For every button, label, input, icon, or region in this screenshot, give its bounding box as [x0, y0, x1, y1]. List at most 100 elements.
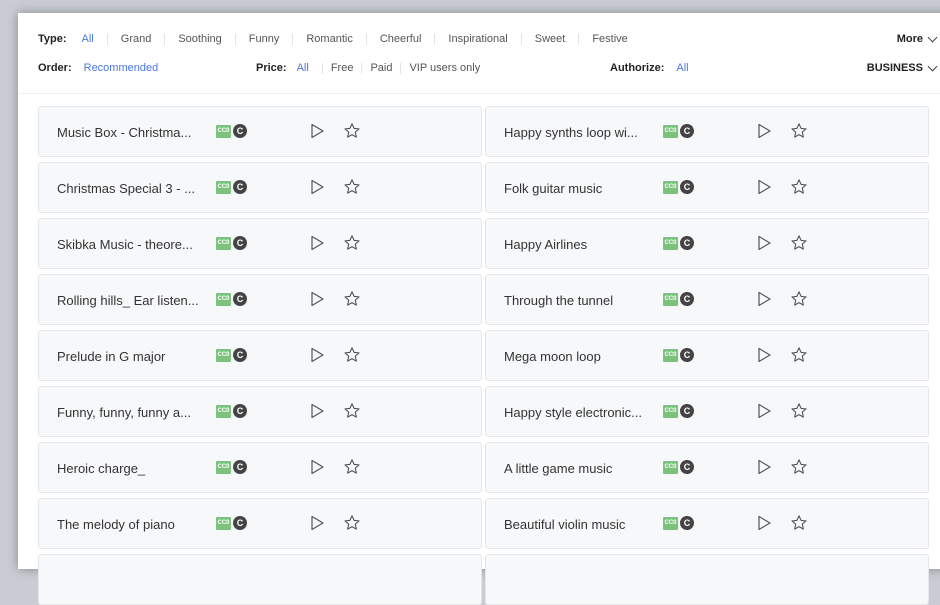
favorite-star-icon[interactable] [790, 234, 808, 257]
track-card[interactable]: Music Box - Christma... CC0 C [38, 106, 482, 157]
track-card[interactable]: The melody of piano CC0 C [38, 498, 482, 549]
track-title[interactable]: Skibka Music - theore... [57, 237, 207, 252]
more-dropdown[interactable]: More [897, 32, 938, 45]
track-card[interactable]: Happy synths loop wi... CC0 C [485, 106, 929, 157]
order-recommended[interactable]: Recommended [84, 62, 159, 74]
type-option-romantic[interactable]: Romantic [293, 33, 367, 45]
track-card[interactable]: Happy style electronic... CC0 C [485, 386, 929, 437]
cc0-license-icon: CC0 [663, 124, 678, 138]
favorite-star-icon[interactable] [343, 514, 361, 537]
track-title[interactable]: Heroic charge_ [57, 461, 207, 476]
track-title[interactable]: Through the tunnel [504, 293, 654, 308]
play-icon[interactable] [309, 347, 325, 368]
play-icon[interactable] [309, 515, 325, 536]
track-card[interactable]: A little game music CC0 C [485, 442, 929, 493]
favorite-star-icon[interactable] [790, 514, 808, 537]
favorite-star-icon[interactable] [790, 458, 808, 481]
favorite-star-icon[interactable] [343, 122, 361, 145]
track-title[interactable]: Happy Airlines [504, 237, 654, 252]
play-icon[interactable] [309, 403, 325, 424]
copyright-c-icon: C [680, 516, 694, 530]
cc0-license-icon: CC0 [663, 404, 678, 418]
price-option-free[interactable]: Free [323, 62, 363, 74]
type-option-cheerful[interactable]: Cheerful [367, 33, 436, 45]
type-option-sweet[interactable]: Sweet [522, 33, 580, 45]
type-option-funny[interactable]: Funny [236, 33, 294, 45]
favorite-star-icon[interactable] [343, 234, 361, 257]
track-card[interactable]: Mega moon loop CC0 C [485, 330, 929, 381]
track-title[interactable]: Prelude in G major [57, 349, 207, 364]
track-card[interactable]: Prelude in G major CC0 C [38, 330, 482, 381]
copyright-c-icon: C [680, 124, 694, 138]
business-dropdown[interactable]: BUSINESS [866, 61, 938, 74]
copyright-c-icon: C [680, 180, 694, 194]
favorite-star-icon[interactable] [790, 122, 808, 145]
favorite-star-icon[interactable] [790, 178, 808, 201]
track-title[interactable]: Folk guitar music [504, 181, 654, 196]
play-icon[interactable] [309, 459, 325, 480]
price-option-vip[interactable]: VIP users only [401, 62, 488, 74]
favorite-star-icon[interactable] [343, 290, 361, 313]
cc0-license-icon: CC0 [216, 236, 231, 250]
track-title[interactable]: A little game music [504, 461, 654, 476]
license-badges: CC0 C [216, 404, 247, 418]
play-icon[interactable] [756, 347, 772, 368]
favorite-star-icon[interactable] [790, 402, 808, 425]
price-option-all[interactable]: All [297, 62, 323, 74]
track-card[interactable]: Happy Airlines CC0 C [485, 218, 929, 269]
type-option-inspirational[interactable]: Inspirational [435, 33, 522, 45]
track-title[interactable]: Mega moon loop [504, 349, 654, 364]
price-label: Price: [256, 62, 287, 74]
track-card[interactable]: Heroic charge_ CC0 C [38, 442, 482, 493]
favorite-star-icon[interactable] [343, 178, 361, 201]
track-title[interactable]: Rolling hills_ Ear listen... [57, 293, 207, 308]
track-title[interactable]: Music Box - Christma... [57, 125, 207, 140]
track-card[interactable]: Beautiful violin music CC0 C [485, 498, 929, 549]
track-card[interactable]: Rolling hills_ Ear listen... CC0 C [38, 274, 482, 325]
cc0-license-icon: CC0 [663, 180, 678, 194]
license-badges: CC0 C [663, 180, 694, 194]
favorite-star-icon[interactable] [790, 346, 808, 369]
type-option-all[interactable]: All [77, 33, 108, 45]
track-card[interactable]: Folk guitar music CC0 C [485, 162, 929, 213]
track-title[interactable]: Happy style electronic... [504, 405, 654, 420]
track-title[interactable]: Christmas Special 3 - ... [57, 181, 207, 196]
track-card[interactable]: Christmas Special 3 - ... CC0 C [38, 162, 482, 213]
play-icon[interactable] [756, 123, 772, 144]
favorite-star-icon[interactable] [343, 402, 361, 425]
business-label: BUSINESS [866, 62, 923, 74]
play-icon[interactable] [309, 291, 325, 312]
play-icon[interactable] [756, 403, 772, 424]
track-card[interactable]: Through the tunnel CC0 C [485, 274, 929, 325]
play-icon[interactable] [756, 291, 772, 312]
type-option-soothing[interactable]: Soothing [165, 33, 236, 45]
price-filter: Price: All Free Paid VIP users only [256, 62, 488, 74]
license-badges: CC0 C [216, 460, 247, 474]
cc0-license-icon: CC0 [663, 460, 678, 474]
type-option-grand[interactable]: Grand [108, 33, 166, 45]
track-title[interactable]: Happy synths loop wi... [504, 125, 654, 140]
play-icon[interactable] [756, 459, 772, 480]
favorite-star-icon[interactable] [790, 290, 808, 313]
play-icon[interactable] [756, 515, 772, 536]
copyright-c-icon: C [680, 348, 694, 362]
play-icon[interactable] [309, 179, 325, 200]
track-title[interactable]: The melody of piano [57, 517, 207, 532]
favorite-star-icon[interactable] [343, 458, 361, 481]
type-option-festive[interactable]: Festive [579, 33, 640, 45]
track-card[interactable]: Funny, funny, funny a... CC0 C [38, 386, 482, 437]
cc0-license-icon: CC0 [663, 516, 678, 530]
track-title[interactable]: Beautiful violin music [504, 517, 654, 532]
favorite-star-icon[interactable] [343, 346, 361, 369]
track-title[interactable]: Funny, funny, funny a... [57, 405, 207, 420]
play-icon[interactable] [756, 179, 772, 200]
track-card-partial[interactable] [38, 554, 482, 605]
play-icon[interactable] [756, 235, 772, 256]
track-card[interactable]: Skibka Music - theore... CC0 C [38, 218, 482, 269]
play-icon[interactable] [309, 235, 325, 256]
price-option-paid[interactable]: Paid [362, 62, 402, 74]
track-card-partial[interactable] [485, 554, 929, 605]
authorize-option-all[interactable]: All [676, 62, 688, 74]
chevron-down-icon [927, 32, 938, 42]
play-icon[interactable] [309, 123, 325, 144]
